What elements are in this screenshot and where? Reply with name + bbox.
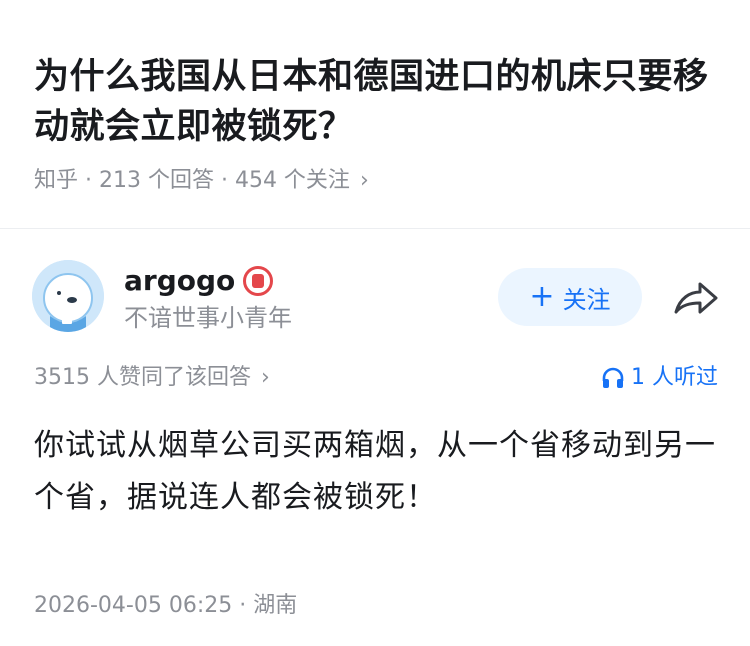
follow-button[interactable]: + 关注 [498, 268, 642, 326]
question-title[interactable]: 为什么我国从日本和德国进口的机床只要移动就会立即被锁死？ [34, 52, 724, 152]
question-header: 为什么我国从日本和德国进口的机床只要移动就会立即被锁死？ 知乎 · 213 个回… [34, 52, 724, 196]
follow-label: 关注 [562, 285, 611, 314]
answer-content[interactable]: 你试试从烟草公司买两箱烟，从一个省移动到另一个省，据说连人都会被锁死！ [34, 420, 724, 524]
answer-stats: 3515 人赞同了该回答 › 1 人听过 [34, 362, 718, 394]
headphones-icon [602, 367, 624, 388]
chevron-right-icon: › [260, 365, 270, 390]
answer-footer: 2026-04-05 06:25 · 湖南 [34, 593, 298, 618]
share-arrow-icon[interactable] [672, 276, 720, 320]
plus-icon: + [529, 279, 555, 314]
question-meta-text: 知乎 · 213 个回答 · 454 个关注 [34, 168, 350, 193]
avatar[interactable] [32, 260, 104, 332]
chevron-right-icon: › [359, 168, 369, 193]
likes-link[interactable]: 3515 人赞同了该回答 › [34, 362, 270, 394]
author-name-row[interactable]: argogo [124, 262, 274, 300]
avatar-image [32, 260, 104, 332]
likes-text: 3515 人赞同了该回答 [34, 365, 251, 390]
divider [0, 228, 750, 229]
listened-text: 1 人听过 [631, 365, 718, 390]
listened-link[interactable]: 1 人听过 [601, 362, 718, 394]
author-bio: 不谙世事小青年 [124, 304, 292, 332]
creator-badge-icon [243, 266, 274, 296]
author-row: argogo 不谙世事小青年 + 关注 [32, 260, 722, 336]
question-meta[interactable]: 知乎 · 213 个回答 · 454 个关注 › [34, 166, 724, 196]
author-name: argogo [124, 264, 236, 297]
